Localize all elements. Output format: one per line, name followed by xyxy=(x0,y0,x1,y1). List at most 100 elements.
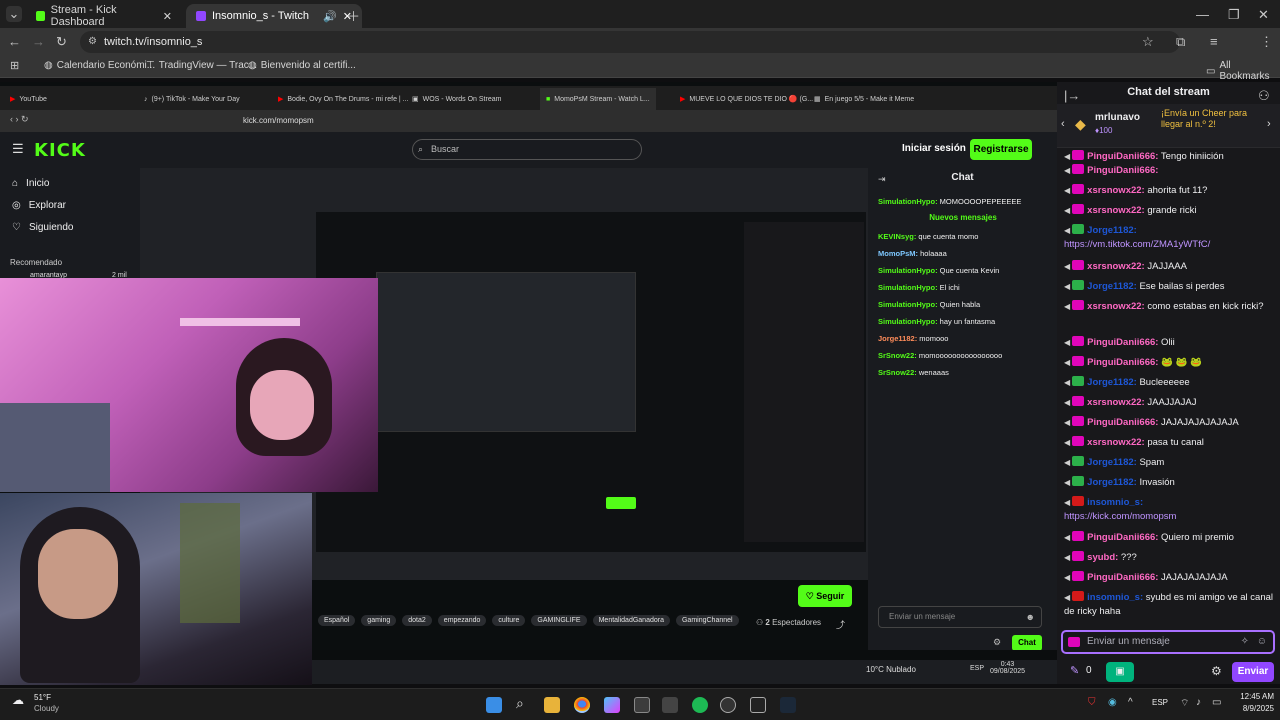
mute-speaker-icon[interactable]: ◀ xyxy=(1064,206,1070,215)
chat-username[interactable]: PinguiDanii666: xyxy=(1087,357,1158,368)
chat-username[interactable]: insomnio_s: xyxy=(1087,497,1143,508)
app-icon[interactable] xyxy=(750,697,766,713)
url-field[interactable]: ⚙ twitch.tv/insomnio_s xyxy=(80,31,1180,53)
clock-date[interactable]: 8/9/2025 xyxy=(1230,704,1274,713)
volume-icon[interactable]: ♪ xyxy=(1196,697,1201,708)
reload-icon[interactable]: ↻ xyxy=(56,34,67,50)
search-icon[interactable]: ⌕ xyxy=(516,695,524,712)
back-icon[interactable]: ← xyxy=(8,34,21,49)
chat-username[interactable]: insomnio_s: xyxy=(1087,592,1143,603)
mute-speaker-icon[interactable]: ◀ xyxy=(1064,226,1070,235)
mute-speaker-icon[interactable]: ◀ xyxy=(1064,498,1070,507)
spotify-icon[interactable] xyxy=(692,697,708,713)
users-icon[interactable]: ⚇ xyxy=(1258,88,1270,104)
menu-icon[interactable]: ⋮ xyxy=(1260,34,1273,50)
cheer-leaderboard[interactable]: ‹ ◆ mrlunavo ♦100 ¡Envía un Cheer para l… xyxy=(1057,104,1280,148)
chat-username[interactable]: xsrsnowx22: xyxy=(1087,301,1145,312)
speaker-icon[interactable]: 🔊 xyxy=(323,10,337,23)
calculator-icon[interactable] xyxy=(662,697,678,713)
chat-username[interactable]: xsrsnowx22: xyxy=(1087,437,1145,448)
mute-speaker-icon[interactable]: ◀ xyxy=(1064,533,1070,542)
clock-time[interactable]: 12:45 AM xyxy=(1230,692,1274,701)
media-icon[interactable]: ≡ xyxy=(1210,34,1218,49)
mute-speaker-icon[interactable]: ◀ xyxy=(1064,573,1070,582)
start-icon[interactable] xyxy=(486,697,502,713)
chat-username[interactable]: PinguiDanii666: xyxy=(1087,572,1158,583)
mute-speaker-icon[interactable]: ◀ xyxy=(1064,152,1070,161)
chrome-icon[interactable] xyxy=(574,697,590,713)
chat-username[interactable]: PinguiDanii666: xyxy=(1087,151,1158,162)
chat-username[interactable]: xsrsnowx22: xyxy=(1087,261,1145,272)
copilot-icon[interactable] xyxy=(604,697,620,713)
chat-username[interactable]: PinguiDanii666: xyxy=(1087,165,1158,176)
maximize-icon[interactable]: ❐ xyxy=(1228,7,1240,23)
bookmark-certificado[interactable]: ◍ Bienvenido al certifi... xyxy=(248,60,356,71)
mute-speaker-icon[interactable]: ◀ xyxy=(1064,358,1070,367)
mute-speaker-icon[interactable]: ◀ xyxy=(1064,338,1070,347)
mute-speaker-icon[interactable]: ◀ xyxy=(1064,458,1070,467)
notepad-icon[interactable] xyxy=(634,697,650,713)
site-info-icon[interactable]: ⚙ xyxy=(88,31,97,53)
chat-username[interactable]: Jorge1182: xyxy=(1087,477,1137,488)
mute-speaker-icon[interactable]: ◀ xyxy=(1064,553,1070,562)
minimize-icon[interactable]: — xyxy=(1196,7,1209,22)
tab-twitch-insomnio[interactable]: Insomnio_s - Twitch 🔊 ✕ xyxy=(186,4,362,28)
chat-username[interactable]: PinguiDanii666: xyxy=(1087,532,1158,543)
mute-speaker-icon[interactable]: ◀ xyxy=(1064,378,1070,387)
wifi-icon[interactable]: ⌔ xyxy=(1180,697,1189,710)
chat-username[interactable]: xsrsnowx22: xyxy=(1087,397,1145,408)
file-explorer-icon[interactable] xyxy=(544,697,560,713)
mute-speaker-icon[interactable]: ◀ xyxy=(1064,262,1070,271)
chat-username[interactable]: Jorge1182: xyxy=(1087,225,1137,236)
tray-language[interactable]: ESP xyxy=(1152,698,1168,707)
twitch-chat-input[interactable]: Enviar un mensaje ✧ ☺ xyxy=(1061,630,1275,654)
twitch-send-button[interactable]: Enviar xyxy=(1232,662,1274,682)
obs-icon[interactable] xyxy=(720,697,736,713)
chevron-right-icon[interactable]: › xyxy=(1267,118,1271,130)
forward-icon[interactable]: → xyxy=(32,34,45,49)
chat-link[interactable]: https://kick.com/momopsm xyxy=(1064,511,1176,522)
mute-speaker-icon[interactable]: ◀ xyxy=(1064,478,1070,487)
tab-search-icon[interactable]: ⌄ xyxy=(6,6,22,22)
chevron-left-icon[interactable]: ‹ xyxy=(1061,118,1065,130)
mute-speaker-icon[interactable]: ◀ xyxy=(1064,282,1070,291)
tray-app-icon[interactable]: ◉ xyxy=(1108,697,1117,708)
chat-settings-icon[interactable]: ⚙ xyxy=(1211,664,1222,678)
mute-speaker-icon[interactable]: ◀ xyxy=(1064,418,1070,427)
tray-shield-icon[interactable]: ⛉ xyxy=(1088,697,1096,708)
battery-icon[interactable]: ▭ xyxy=(1212,697,1221,708)
bookmark-calendario[interactable]: ◍ Calendario Económi... xyxy=(44,60,155,71)
chat-username[interactable]: PinguiDanii666: xyxy=(1087,417,1158,428)
chat-username[interactable]: Jorge1182: xyxy=(1087,377,1137,388)
emoji-icon[interactable]: ☺ xyxy=(1257,632,1267,652)
reward-icon[interactable]: ▣ xyxy=(1106,662,1134,682)
chat-username[interactable]: Jorge1182: xyxy=(1087,281,1137,292)
tab-kick-dashboard[interactable]: Stream - Kick Dashboard ✕ xyxy=(26,4,182,28)
extensions-icon[interactable]: ⧉ xyxy=(1176,34,1185,50)
chat-username[interactable]: PinguiDanii666: xyxy=(1087,337,1158,348)
bookmark-star-icon[interactable]: ☆ xyxy=(1142,34,1154,50)
mute-speaker-icon[interactable]: ◀ xyxy=(1064,166,1070,175)
steam-icon[interactable] xyxy=(780,697,796,713)
bookmark-tradingview[interactable]: ⊤ TradingView — Trac... xyxy=(146,60,257,71)
tray-chevron-icon[interactable]: ^ xyxy=(1128,697,1133,708)
chat-username[interactable]: xsrsnowx22: xyxy=(1087,185,1145,196)
mute-speaker-icon[interactable]: ◀ xyxy=(1064,398,1070,407)
mute-speaker-icon[interactable]: ◀ xyxy=(1064,186,1070,195)
weather-cloud-icon[interactable]: ☁ xyxy=(12,693,24,707)
chat-username[interactable]: xsrsnowx22: xyxy=(1087,205,1145,216)
close-icon[interactable]: ✕ xyxy=(163,10,172,23)
mute-speaker-icon[interactable]: ◀ xyxy=(1064,302,1070,311)
chat-username[interactable]: syubd: xyxy=(1087,552,1118,563)
tag: Español xyxy=(318,614,356,626)
all-bookmarks[interactable]: ▭ All Bookmarks xyxy=(1206,60,1280,82)
chat-username[interactable]: Jorge1182: xyxy=(1087,457,1137,468)
channel-points-icon[interactable]: ✎ xyxy=(1070,664,1079,677)
mute-speaker-icon[interactable]: ◀ xyxy=(1064,438,1070,447)
apps-grid-icon[interactable]: ⊞ xyxy=(10,59,19,72)
new-tab-icon[interactable]: ＋ xyxy=(347,6,360,25)
close-window-icon[interactable]: ✕ xyxy=(1258,7,1269,23)
chat-link[interactable]: https://vm.tiktok.com/ZMA1yWTfC/ xyxy=(1064,239,1210,250)
bits-icon[interactable]: ✧ xyxy=(1241,632,1249,652)
mute-speaker-icon[interactable]: ◀ xyxy=(1064,593,1070,602)
